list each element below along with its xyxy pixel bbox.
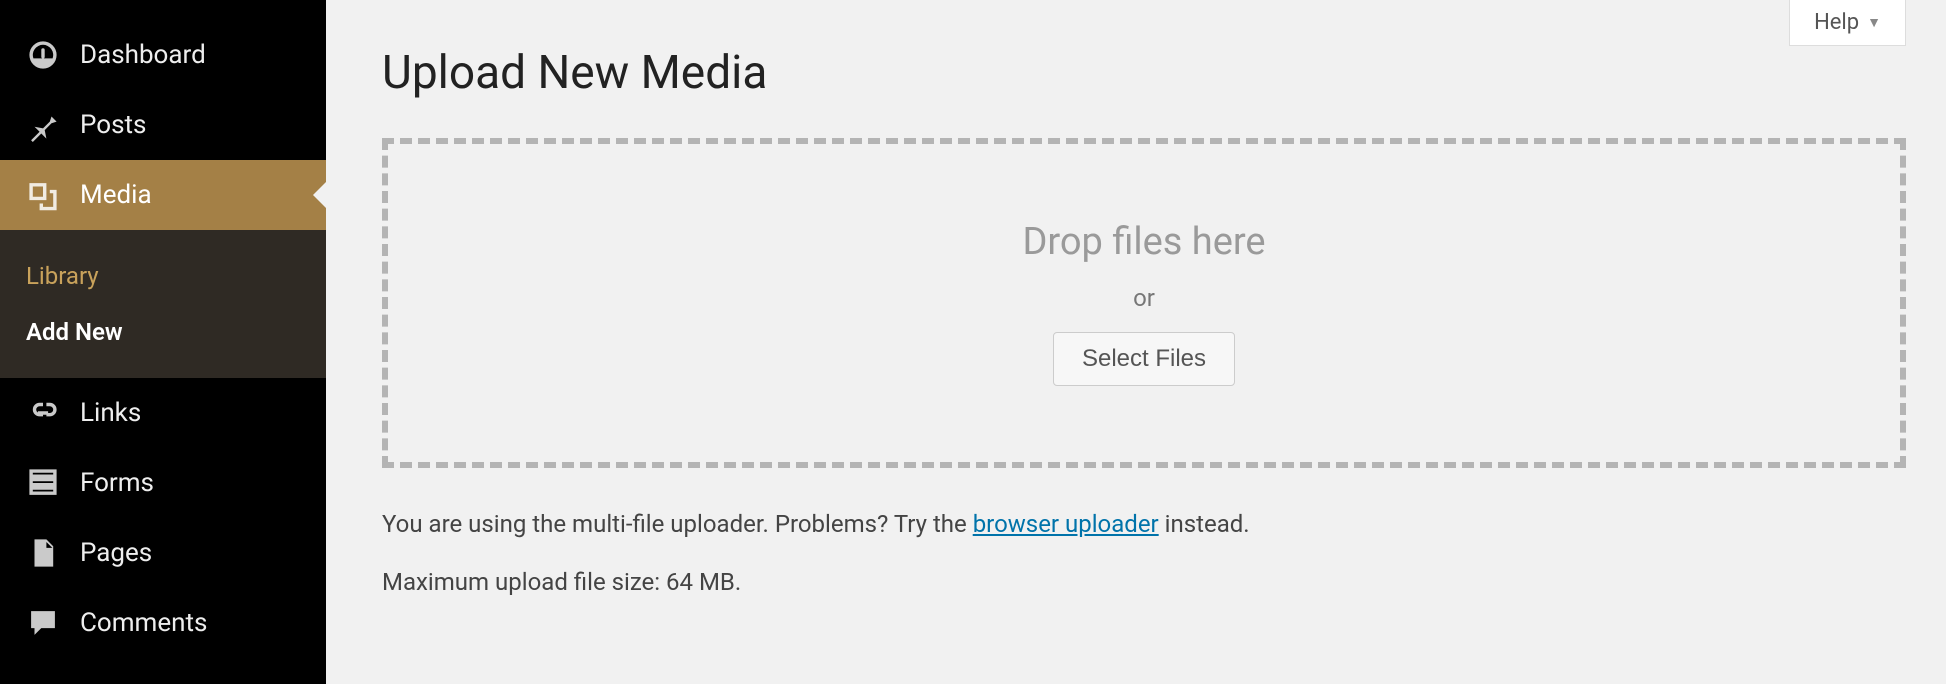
sidebar-item-label: Posts	[80, 110, 146, 140]
uploader-info-line: You are using the multi-file uploader. P…	[382, 510, 1906, 538]
caret-down-icon: ▼	[1867, 14, 1881, 31]
drop-files-label: Drop files here	[1022, 220, 1265, 264]
admin-sidebar: Dashboard Posts Media Library Add New Li…	[0, 0, 326, 684]
sidebar-submenu-media: Library Add New	[0, 230, 326, 378]
sidebar-item-forms[interactable]: Forms	[0, 448, 326, 518]
help-label: Help	[1814, 10, 1859, 35]
upload-dropzone[interactable]: Drop files here or Select Files	[382, 138, 1906, 468]
media-icon	[26, 178, 60, 212]
help-tab[interactable]: Help ▼	[1789, 0, 1906, 46]
sidebar-item-media[interactable]: Media	[0, 160, 326, 230]
select-files-button[interactable]: Select Files	[1053, 332, 1235, 386]
sidebar-item-label: Forms	[80, 468, 154, 498]
browser-uploader-link[interactable]: browser uploader	[973, 510, 1159, 538]
sidebar-item-links[interactable]: Links	[0, 378, 326, 448]
sidebar-item-label: Pages	[80, 538, 152, 568]
info-text-post: instead.	[1159, 510, 1250, 538]
sidebar-item-label: Comments	[80, 608, 207, 638]
forms-icon	[26, 466, 60, 500]
main-content: Help ▼ Upload New Media Drop files here …	[326, 0, 1946, 684]
sidebar-item-comments[interactable]: Comments	[0, 588, 326, 658]
sidebar-item-label: Links	[80, 398, 141, 428]
info-text-pre: You are using the multi-file uploader. P…	[382, 510, 973, 538]
max-upload-size: Maximum upload file size: 64 MB.	[382, 568, 1906, 596]
sidebar-item-dashboard[interactable]: Dashboard	[0, 20, 326, 90]
pages-icon	[26, 536, 60, 570]
dashboard-icon	[26, 38, 60, 72]
sidebar-item-posts[interactable]: Posts	[0, 90, 326, 160]
pin-icon	[26, 108, 60, 142]
links-icon	[26, 396, 60, 430]
comments-icon	[26, 606, 60, 640]
or-label: or	[1133, 284, 1155, 312]
sidebar-item-label: Media	[80, 180, 152, 210]
sidebar-item-pages[interactable]: Pages	[0, 518, 326, 588]
sidebar-subitem-library[interactable]: Library	[0, 248, 326, 304]
page-title: Upload New Media	[382, 46, 1906, 100]
sidebar-subitem-add-new[interactable]: Add New	[0, 304, 326, 360]
sidebar-item-label: Dashboard	[80, 40, 206, 70]
